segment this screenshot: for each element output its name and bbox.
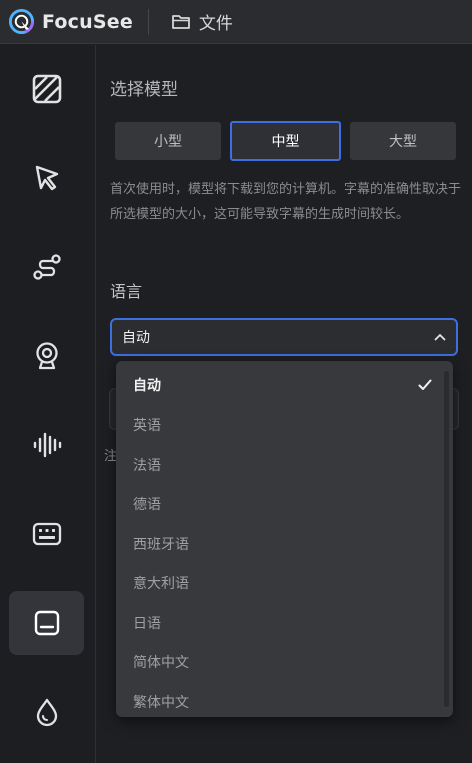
language-option-french[interactable]: 法语: [116, 445, 440, 485]
dropdown-scrollbar[interactable]: [444, 371, 449, 707]
model-medium-button[interactable]: 中型: [230, 121, 341, 161]
language-option-japanese[interactable]: 日语: [116, 603, 440, 643]
language-select[interactable]: 自动: [110, 318, 458, 356]
webcam-icon: [35, 342, 58, 370]
model-small-button[interactable]: 小型: [115, 122, 221, 160]
language-option-italian[interactable]: 意大利语: [116, 563, 440, 603]
file-menu-label: 文件: [198, 14, 233, 34]
sidebar-item-effects[interactable]: [9, 680, 84, 744]
language-option-traditional-chinese[interactable]: 繁体中文: [116, 682, 440, 717]
model-large-button[interactable]: 大型: [350, 122, 456, 160]
language-option-simplified-chinese[interactable]: 简体中文: [116, 642, 440, 682]
folder-icon: [172, 14, 190, 29]
path-icon: [32, 254, 61, 280]
sidebar-item-audio[interactable]: [9, 413, 84, 477]
language-dropdown: 自动 英语 法语 德语 西班牙语 意大利语 日语 简体中文 繁体中文: [116, 361, 453, 717]
pattern-icon: [32, 74, 61, 104]
app-name: FocuSee: [42, 10, 133, 33]
option-label: 西班牙语: [133, 537, 189, 553]
keyboard-icon: [32, 522, 61, 546]
title-bar: FocuSee 文件: [0, 0, 472, 44]
option-label: 简体中文: [133, 655, 189, 671]
title-divider: [147, 8, 149, 35]
sidebar: [0, 45, 96, 763]
checkmark-icon: [418, 379, 432, 390]
option-label: 德语: [133, 497, 161, 513]
language-label: 语言: [110, 282, 143, 301]
option-label: 英语: [133, 418, 161, 434]
sidebar-item-cursor[interactable]: [9, 146, 84, 210]
language-option-auto[interactable]: 自动: [116, 365, 440, 405]
option-label: 日语: [133, 616, 161, 632]
language-option-spanish[interactable]: 西班牙语: [116, 524, 440, 564]
language-select-value: 自动: [122, 330, 150, 346]
cursor-icon: [35, 165, 58, 191]
option-label: 意大利语: [133, 576, 189, 592]
option-label: 自动: [133, 378, 161, 394]
option-label: 繁体中文: [133, 695, 189, 711]
caption-settings-panel: 选择模型 小型 中型 大型 首次使用时，模型将下载到您的计算机。字幕的准确性取决…: [97, 45, 472, 763]
sidebar-item-path[interactable]: [9, 235, 84, 299]
sidebar-item-background[interactable]: [9, 57, 84, 121]
file-menu-button[interactable]: 文件: [171, 9, 233, 34]
focusee-logo-icon: [8, 8, 35, 35]
app-logo: FocuSee: [0, 8, 133, 35]
sidebar-item-keyboard[interactable]: [9, 502, 84, 566]
chevron-up-icon: [434, 334, 446, 341]
sidebar-item-camera[interactable]: [9, 324, 84, 388]
language-option-english[interactable]: 英语: [116, 405, 440, 445]
option-label: 法语: [133, 458, 161, 474]
captions-icon: [34, 610, 59, 636]
drop-icon: [36, 698, 57, 727]
audio-wave-icon: [33, 432, 61, 458]
sidebar-item-captions[interactable]: [9, 591, 84, 655]
model-section-title: 选择模型: [110, 80, 178, 100]
model-description: 首次使用时，模型将下载到您的计算机。字幕的准确性取决于所选模型的大小，这可能导致…: [110, 182, 462, 222]
language-option-german[interactable]: 德语: [116, 484, 440, 524]
